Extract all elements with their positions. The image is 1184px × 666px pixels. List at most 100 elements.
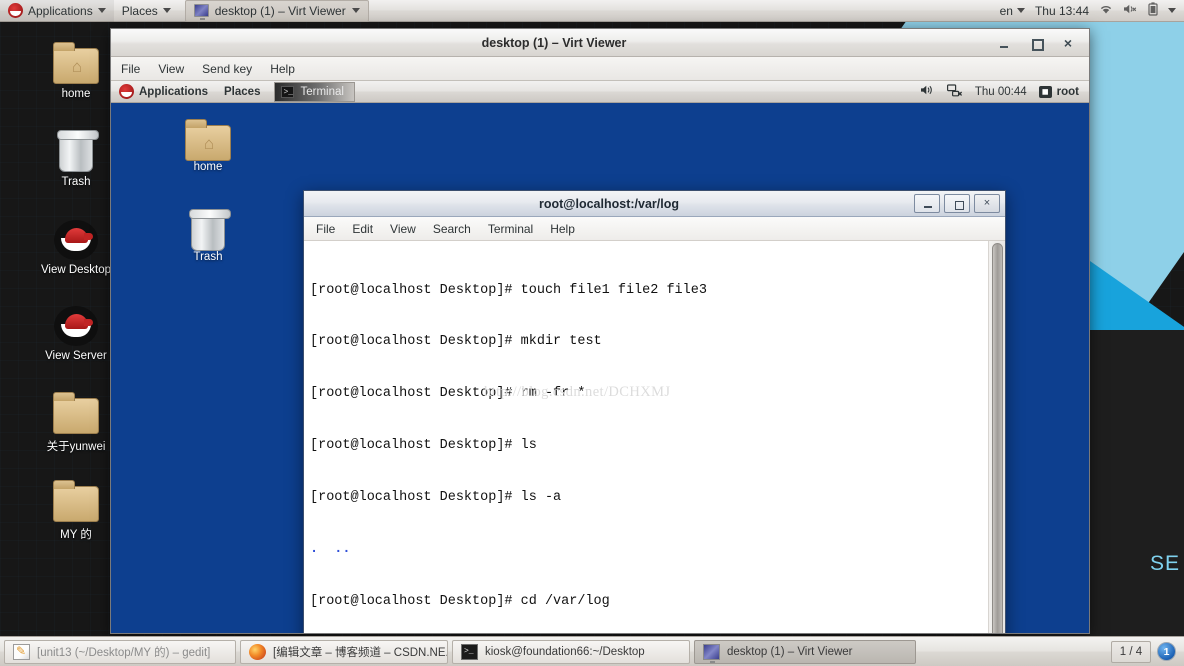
guest-places-menu[interactable]: Places (216, 81, 268, 103)
firefox-icon (249, 643, 266, 660)
terminal-line: [root@localhost Desktop]# cd /var/log (310, 593, 610, 609)
taskbar-item-firefox[interactable]: [编辑文章 – 博客频道 – CSDN.NE... (240, 639, 448, 664)
terminal-icon: >_ (281, 85, 295, 98)
menu-help[interactable]: Help (270, 62, 295, 76)
guest-top-panel: Applications Places >_ Terminal Thu 00:4… (111, 81, 1089, 103)
terminal-menu-help[interactable]: Help (550, 222, 575, 236)
chevron-down-icon (162, 8, 171, 13)
redhat-logo-icon (119, 84, 134, 99)
redhat-logo-icon (8, 3, 23, 18)
terminal-menubar: File Edit View Search Terminal Help (304, 217, 1005, 241)
applications-menu[interactable]: Applications (0, 0, 114, 22)
virt-viewer-icon (193, 4, 209, 20)
terminal-menu-file[interactable]: File (316, 222, 335, 236)
minimize-icon[interactable] (914, 194, 940, 213)
volume-icon[interactable] (920, 84, 935, 99)
menu-view[interactable]: View (158, 62, 184, 76)
workspace-switcher: 1 / 4 1 (1111, 640, 1180, 663)
language-label: en (999, 3, 1013, 18)
minimize-icon[interactable] (997, 36, 1011, 50)
house-glyph-icon: ⌂ (71, 57, 83, 76)
virt-viewer-icon (703, 643, 720, 663)
taskbar-item-gedit[interactable]: [unit13 (~/Desktop/MY 的) – gedit] (4, 639, 236, 664)
watermark-text: http://blog.csdn.net/DCHXMJ (484, 384, 671, 400)
guest-user-label: root (1056, 85, 1079, 98)
host-taskbar: [unit13 (~/Desktop/MY 的) – gedit] [编辑文章 … (0, 636, 1184, 666)
workspace-current-indicator[interactable]: 1 (1157, 642, 1176, 661)
guest-task-label: Terminal (300, 85, 344, 98)
guest-panel-tray: Thu 00:44 ◼ root (920, 83, 1089, 100)
house-glyph-icon: ⌂ (203, 134, 215, 153)
trash-icon (161, 203, 255, 251)
workspace-count-label[interactable]: 1 / 4 (1111, 640, 1151, 663)
terminal-scrollbar[interactable] (988, 241, 1005, 633)
user-badge-icon: ◼ (1038, 85, 1052, 98)
terminal-line: [root@localhost Desktop]# ls -a (310, 490, 562, 506)
battery-icon[interactable] (1148, 2, 1158, 19)
taskbar-item-kiosk-terminal[interactable]: >_ kiosk@foundation66:~/Desktop (452, 639, 690, 664)
gedit-icon (13, 643, 30, 660)
chevron-down-icon (351, 8, 360, 13)
virt-viewer-window-controls: × (997, 36, 1089, 51)
terminal-line: [root@localhost Desktop]# touch file1 fi… (310, 282, 707, 298)
terminal-menu-search[interactable]: Search (433, 222, 471, 236)
guest-clock[interactable]: Thu 00:44 (975, 86, 1027, 98)
virt-viewer-menubar: File View Send key Help (111, 57, 1089, 81)
terminal-output[interactable]: [root@localhost Desktop]# touch file1 fi… (304, 241, 988, 633)
chevron-down-icon[interactable] (1168, 8, 1176, 13)
terminal-menu-edit[interactable]: Edit (352, 222, 373, 236)
host-top-panel: Applications Places desktop (1) – Virt V… (0, 0, 1184, 22)
terminal-menu-view[interactable]: View (390, 222, 416, 236)
network-disconnected-icon[interactable] (946, 83, 963, 100)
chevron-down-icon (97, 8, 106, 13)
window-menu-virt-viewer[interactable]: desktop (1) – Virt Viewer (184, 0, 369, 22)
volume-muted-icon[interactable] (1123, 3, 1138, 18)
menu-send-key[interactable]: Send key (202, 62, 252, 76)
taskbar-item-virt-viewer[interactable]: desktop (1) – Virt Viewer (694, 639, 916, 664)
guest-taskbar-item-terminal[interactable]: >_ Terminal (274, 81, 355, 102)
places-menu-label: Places (121, 3, 158, 18)
virt-viewer-window: desktop (1) – Virt Viewer × File View Se… (110, 28, 1090, 634)
terminal-line-directories: . .. (310, 542, 351, 558)
terminal-title: root@localhost:/var/log (539, 196, 679, 211)
guest-applications-label: Applications (139, 85, 209, 98)
clock[interactable]: Thu 13:44 (1035, 4, 1089, 18)
terminal-window: root@localhost:/var/log × File Edit View… (303, 190, 1006, 633)
guest-desktop-icon-label: Trash (193, 251, 223, 263)
close-icon[interactable]: × (1061, 36, 1075, 50)
applications-menu-label: Applications (28, 3, 93, 18)
places-menu[interactable]: Places (114, 0, 179, 22)
taskbar-item-label: kiosk@foundation66:~/Desktop (485, 645, 645, 658)
maximize-icon[interactable] (944, 194, 970, 213)
host-panel-tray: en Thu 13:44 (1000, 2, 1184, 19)
terminal-line: [root@localhost Desktop]# mkdir test (310, 334, 602, 350)
chevron-down-icon (1016, 8, 1025, 13)
close-icon[interactable]: × (974, 194, 1000, 213)
terminal-menu-terminal[interactable]: Terminal (488, 222, 533, 236)
guest-places-label: Places (224, 85, 261, 98)
menu-file[interactable]: File (121, 62, 140, 76)
virt-viewer-title: desktop (1) – Virt Viewer (481, 35, 627, 50)
wifi-icon[interactable] (1099, 3, 1113, 18)
guest-desktop-icon-home[interactable]: ⌂ home (161, 113, 255, 173)
guest-desktop-icon-label: home (193, 161, 223, 173)
taskbar-item-label: [unit13 (~/Desktop/MY 的) – gedit] (37, 646, 211, 659)
maximize-icon[interactable] (1029, 36, 1044, 51)
terminal-line: [root@localhost Desktop]# ls (310, 438, 537, 454)
guest-user-menu[interactable]: ◼ root (1038, 85, 1079, 98)
terminal-titlebar[interactable]: root@localhost:/var/log × (304, 191, 1005, 217)
terminal-window-controls: × (914, 194, 1005, 213)
taskbar-item-label: [编辑文章 – 博客频道 – CSDN.NE... (273, 646, 448, 659)
guest-screen[interactable]: Applications Places >_ Terminal Thu 00:4… (111, 81, 1089, 633)
wallpaper-text: SE (1149, 552, 1180, 575)
language-indicator[interactable]: en (1000, 4, 1025, 18)
terminal-scrollbar-thumb[interactable] (991, 243, 1003, 633)
virt-viewer-titlebar[interactable]: desktop (1) – Virt Viewer × (111, 29, 1089, 57)
taskbar-item-label: desktop (1) – Virt Viewer (727, 645, 853, 658)
guest-desktop-icon-trash[interactable]: Trash (161, 203, 255, 263)
terminal-body[interactable]: [root@localhost Desktop]# touch file1 fi… (304, 241, 1005, 633)
window-menu-label: desktop (1) – Virt Viewer (214, 3, 346, 18)
home-folder-icon: ⌂ (161, 113, 255, 161)
guest-applications-menu[interactable]: Applications (111, 81, 216, 103)
terminal-icon: >_ (461, 643, 478, 660)
